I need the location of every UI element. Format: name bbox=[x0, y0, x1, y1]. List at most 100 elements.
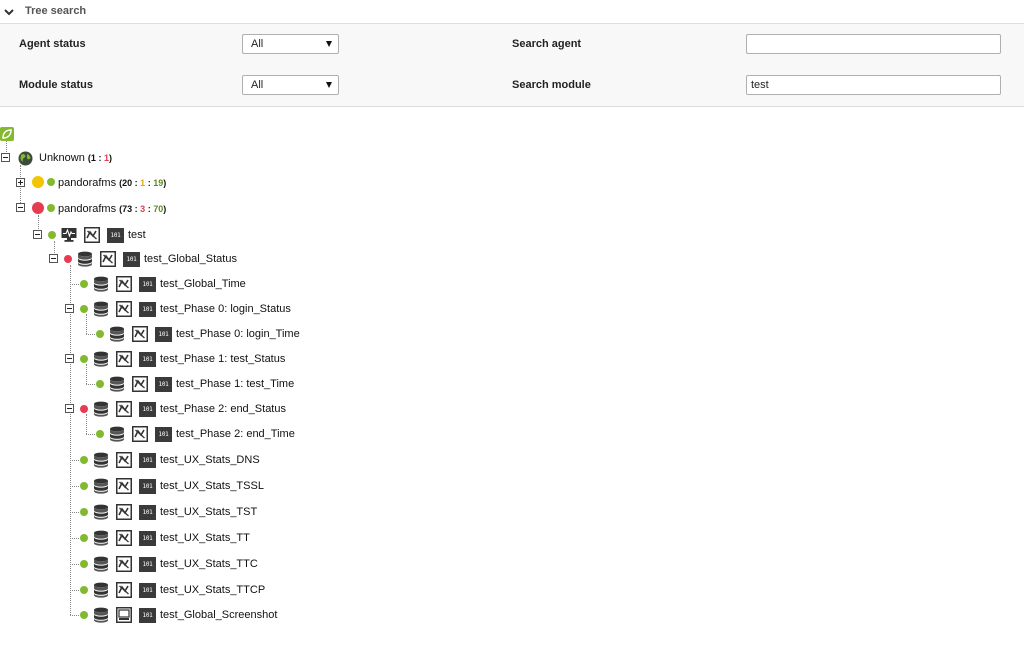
module-status-dot bbox=[80, 534, 88, 542]
module-label[interactable]: test_Global_Time bbox=[160, 278, 246, 290]
database-icon bbox=[93, 582, 109, 598]
module-label[interactable]: test_Phase 0: login_Status bbox=[160, 303, 291, 315]
tree-connector bbox=[70, 265, 71, 615]
module-status-dot bbox=[80, 355, 88, 363]
collapse-toggle[interactable] bbox=[1, 153, 10, 162]
agent-status-select[interactable]: All bbox=[242, 34, 339, 54]
raw-data-icon[interactable]: 101 bbox=[139, 505, 156, 520]
tree-connector bbox=[86, 314, 87, 334]
search-agent-input[interactable] bbox=[746, 34, 1001, 54]
module-label[interactable]: test_Phase 1: test_Status bbox=[160, 353, 285, 365]
tree-view: Unknown (1 : 1) pandorafms (20 : 1 : 19)… bbox=[0, 107, 1024, 666]
graph-icon[interactable] bbox=[116, 276, 132, 292]
tree-search-header[interactable]: Tree search bbox=[0, 0, 1024, 24]
module-status-dot bbox=[96, 430, 104, 438]
graph-icon[interactable] bbox=[116, 504, 132, 520]
module-label[interactable]: test_Global_Status bbox=[144, 253, 237, 265]
module-status-dot bbox=[96, 380, 104, 388]
module-label[interactable]: test_UX_Stats_TTC bbox=[160, 558, 258, 570]
agent-label[interactable]: pandorafms (73 : 3 : 70) bbox=[58, 203, 166, 215]
graph-icon[interactable] bbox=[100, 251, 116, 267]
raw-data-icon[interactable]: 101 bbox=[155, 377, 172, 392]
graph-icon[interactable] bbox=[132, 376, 148, 392]
raw-data-icon[interactable]: 101 bbox=[139, 302, 156, 317]
module-label[interactable]: test_UX_Stats_TST bbox=[160, 506, 257, 518]
tree-connector bbox=[70, 590, 79, 591]
raw-data-icon[interactable]: 101 bbox=[139, 531, 156, 546]
collapse-toggle[interactable] bbox=[33, 230, 42, 239]
expand-toggle[interactable] bbox=[16, 178, 25, 187]
agent-status-label: Agent status bbox=[19, 38, 86, 50]
graph-icon[interactable] bbox=[116, 351, 132, 367]
module-label[interactable]: test_UX_Stats_TT bbox=[160, 532, 250, 544]
database-icon bbox=[109, 426, 125, 442]
raw-data-icon[interactable]: 101 bbox=[139, 479, 156, 494]
module-status-value: All bbox=[251, 79, 264, 91]
agent-status-dot bbox=[32, 176, 44, 188]
module-status-dot bbox=[80, 280, 88, 288]
module-label[interactable]: test_Phase 0: login_Time bbox=[176, 328, 300, 340]
agent-label[interactable]: pandorafms (20 : 1 : 19) bbox=[58, 177, 166, 189]
raw-data-icon[interactable]: 101 bbox=[139, 402, 156, 417]
module-label[interactable]: test_Phase 1: test_Time bbox=[176, 378, 294, 390]
module-label[interactable]: test_Phase 2: end_Status bbox=[160, 403, 286, 415]
raw-data-icon[interactable]: 101 bbox=[155, 427, 172, 442]
module-label[interactable]: test_UX_Stats_TSSL bbox=[160, 480, 264, 492]
database-icon bbox=[109, 326, 125, 342]
raw-data-icon[interactable]: 101 bbox=[139, 352, 156, 367]
raw-data-icon[interactable]: 101 bbox=[139, 583, 156, 598]
collapse-toggle[interactable] bbox=[16, 203, 25, 212]
graph-icon[interactable] bbox=[116, 452, 132, 468]
dropdown-arrow-icon bbox=[326, 82, 332, 88]
image-icon[interactable] bbox=[116, 607, 132, 623]
collapse-toggle[interactable] bbox=[65, 404, 74, 413]
module-status-dot bbox=[80, 305, 88, 313]
count-total: 1 bbox=[90, 153, 96, 163]
raw-data-icon[interactable]: 101 bbox=[139, 608, 156, 623]
tree-connector bbox=[70, 615, 79, 616]
raw-data-icon[interactable]: 101 bbox=[123, 252, 140, 267]
database-icon bbox=[93, 478, 109, 494]
module-status-label: Module status bbox=[19, 79, 93, 91]
search-module-input[interactable]: test bbox=[746, 75, 1001, 95]
graph-icon[interactable] bbox=[116, 401, 132, 417]
collapse-toggle[interactable] bbox=[65, 354, 74, 363]
graph-icon[interactable] bbox=[116, 582, 132, 598]
raw-data-icon[interactable]: 101 bbox=[155, 327, 172, 342]
count-warning: 1 bbox=[140, 178, 146, 188]
tree-connector bbox=[70, 538, 79, 539]
graph-icon[interactable] bbox=[116, 301, 132, 317]
graph-icon[interactable] bbox=[84, 227, 100, 243]
collapse-toggle[interactable] bbox=[65, 304, 74, 313]
module-label[interactable]: test_UX_Stats_DNS bbox=[160, 454, 260, 466]
raw-data-icon[interactable]: 101 bbox=[107, 228, 124, 243]
module-label[interactable]: test_Phase 2: end_Time bbox=[176, 428, 295, 440]
group-label-unknown[interactable]: Unknown (1 : 1) bbox=[39, 152, 112, 164]
agent-counts: (73 : 3 : 70) bbox=[119, 204, 167, 214]
collapse-toggle[interactable] bbox=[49, 254, 58, 263]
graph-icon[interactable] bbox=[116, 478, 132, 494]
database-icon bbox=[93, 301, 109, 317]
module-status-dot bbox=[80, 508, 88, 516]
tree-root-icon[interactable] bbox=[0, 127, 14, 141]
raw-data-icon[interactable]: 101 bbox=[139, 453, 156, 468]
chevron-down-icon[interactable] bbox=[4, 7, 14, 17]
graph-icon[interactable] bbox=[132, 326, 148, 342]
graph-icon[interactable] bbox=[116, 530, 132, 546]
graph-icon[interactable] bbox=[116, 556, 132, 572]
agent-name: pandorafms bbox=[58, 177, 117, 189]
group-counts: (1 : 1) bbox=[87, 153, 112, 163]
module-label[interactable]: test bbox=[128, 229, 146, 241]
tree-connector bbox=[86, 364, 87, 384]
module-label[interactable]: test_UX_Stats_TTCP bbox=[160, 584, 265, 596]
database-icon bbox=[93, 556, 109, 572]
module-label[interactable]: test_Global_Screenshot bbox=[160, 609, 277, 621]
raw-data-icon[interactable]: 101 bbox=[139, 557, 156, 572]
module-status-select[interactable]: All bbox=[242, 75, 339, 95]
tree-connector bbox=[86, 384, 95, 385]
count-critical: 3 bbox=[140, 204, 146, 214]
raw-data-icon[interactable]: 101 bbox=[139, 277, 156, 292]
database-icon bbox=[93, 351, 109, 367]
graph-icon[interactable] bbox=[132, 426, 148, 442]
count-unknown: 1 bbox=[103, 153, 109, 163]
